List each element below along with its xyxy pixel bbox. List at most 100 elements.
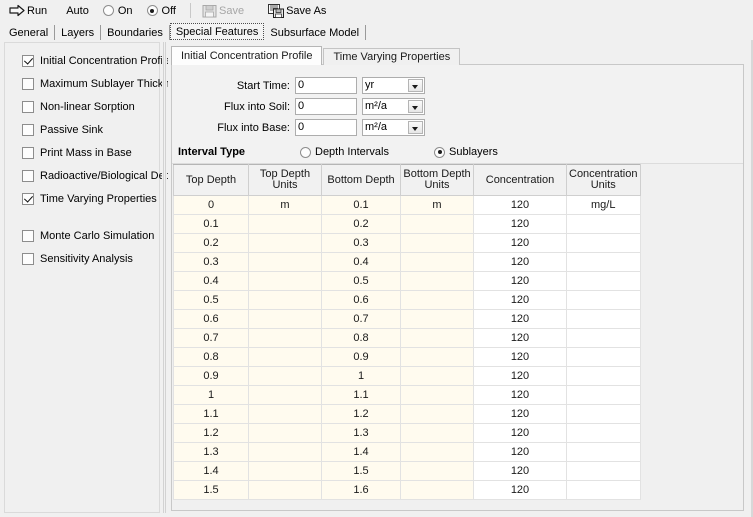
grid-cell[interactable]: 0.6 (174, 310, 249, 329)
grid-cell[interactable] (567, 234, 641, 253)
grid-row[interactable]: 1.41.5120 (174, 462, 641, 481)
save-as-button[interactable]: Save As (263, 1, 331, 20)
grid-cell[interactable]: 120 (474, 424, 567, 443)
grid-cell[interactable] (567, 481, 641, 500)
grid-cell[interactable]: 0.9 (174, 367, 249, 386)
grid-cell[interactable] (249, 291, 322, 310)
grid-cell[interactable] (401, 481, 474, 500)
flux-into-soil-input[interactable]: 0 (295, 98, 357, 115)
sidebar-item-monte-carlo-simulation[interactable]: Monte Carlo Simulation (5, 228, 159, 243)
grid-cell[interactable] (567, 424, 641, 443)
grid-row[interactable]: 11.1120 (174, 386, 641, 405)
grid-cell[interactable]: mg/L (567, 196, 641, 215)
chevron-down-icon[interactable] (408, 121, 423, 134)
grid-row[interactable]: 1.3 1.4 120 (174, 443, 641, 462)
grid-cell[interactable]: 1.5 (322, 462, 401, 481)
grid-column-header-bottom-depth-units[interactable]: Bottom Depth Units (401, 165, 474, 196)
grid-cell[interactable] (249, 405, 322, 424)
grid-cell[interactable]: 120 (474, 234, 567, 253)
grid-row[interactable]: 0.50.6120 (174, 291, 641, 310)
grid-cell[interactable] (249, 348, 322, 367)
sidebar-item-non-linear-sorption[interactable]: Non-linear Sorption (5, 99, 159, 114)
feature-tab-initial-concentration-profile[interactable]: Initial Concentration Profile (171, 46, 322, 65)
main-tab-special-features[interactable]: Special Features (170, 23, 265, 40)
grid-cell[interactable]: 1.6 (322, 481, 401, 500)
grid-cell[interactable] (567, 253, 641, 272)
checkbox-icon[interactable] (22, 55, 34, 67)
grid-row[interactable]: 0.9 1 120 (174, 367, 641, 386)
grid-row[interactable]: 0.40.5120 (174, 272, 641, 291)
checkbox-icon[interactable] (22, 193, 34, 205)
panel-splitter[interactable] (162, 42, 167, 513)
grid-cell[interactable] (401, 253, 474, 272)
grid-cell[interactable]: 0.7 (322, 310, 401, 329)
grid-cell[interactable]: 1 (322, 367, 401, 386)
sidebar-item-print-mass-in-base[interactable]: Print Mass in Base (5, 145, 159, 160)
grid-cell[interactable] (567, 291, 641, 310)
grid-cell[interactable]: 0.2 (322, 215, 401, 234)
grid-cell[interactable]: 120 (474, 196, 567, 215)
grid-cell[interactable]: 0.4 (322, 253, 401, 272)
grid-cell[interactable] (401, 462, 474, 481)
grid-cell[interactable] (249, 272, 322, 291)
grid-cell[interactable] (567, 272, 641, 291)
checkbox-icon[interactable] (22, 78, 34, 90)
depth-intervals-radio[interactable]: Depth Intervals (300, 146, 430, 158)
save-button[interactable]: Save (197, 1, 249, 20)
grid-cell[interactable] (401, 405, 474, 424)
grid-cell[interactable] (401, 367, 474, 386)
grid-row[interactable]: 0.1 0.2 120 (174, 215, 641, 234)
sidebar-item-radioactive-biological-decay[interactable]: Radioactive/Biological Decay (5, 168, 159, 183)
grid-cell[interactable]: 120 (474, 405, 567, 424)
grid-cell[interactable]: 120 (474, 443, 567, 462)
grid-cell[interactable]: 0.5 (174, 291, 249, 310)
grid-cell[interactable]: 1.5 (174, 481, 249, 500)
flux-into-base-input[interactable]: 0 (295, 119, 357, 136)
grid-cell[interactable] (567, 405, 641, 424)
grid-cell[interactable]: 120 (474, 253, 567, 272)
grid-cell[interactable]: 120 (474, 215, 567, 234)
grid-cell[interactable]: 0.6 (322, 291, 401, 310)
grid-cell[interactable]: 1.3 (174, 443, 249, 462)
grid-row[interactable]: 0.80.9120 (174, 348, 641, 367)
grid-cell[interactable]: 1.3 (322, 424, 401, 443)
grid-cell[interactable]: 120 (474, 272, 567, 291)
grid-cell[interactable]: 0.3 (174, 253, 249, 272)
concentration-profile-grid-container[interactable]: Top DepthTop Depth UnitsBottom DepthBott… (172, 164, 743, 510)
grid-row[interactable]: 0m0.1m120mg/L (174, 196, 641, 215)
sublayers-radio[interactable]: Sublayers (434, 146, 498, 158)
grid-cell[interactable] (567, 310, 641, 329)
grid-cell[interactable]: 1.1 (322, 386, 401, 405)
grid-cell[interactable]: 120 (474, 310, 567, 329)
grid-cell[interactable]: 120 (474, 386, 567, 405)
checkbox-icon[interactable] (22, 147, 34, 159)
grid-cell[interactable]: 1.4 (322, 443, 401, 462)
grid-cell[interactable] (249, 481, 322, 500)
grid-cell[interactable]: 120 (474, 329, 567, 348)
grid-cell[interactable] (567, 215, 641, 234)
auto-on-radio[interactable]: On (103, 5, 133, 17)
grid-cell[interactable]: 0.1 (322, 196, 401, 215)
grid-row[interactable]: 1.11.2120 (174, 405, 641, 424)
chevron-down-icon[interactable] (408, 79, 423, 92)
grid-cell[interactable]: 0.8 (174, 348, 249, 367)
start-time-input[interactable]: 0 (295, 77, 357, 94)
grid-cell[interactable] (249, 367, 322, 386)
grid-cell[interactable] (567, 348, 641, 367)
grid-column-header-bottom-depth[interactable]: Bottom Depth (322, 165, 401, 196)
concentration-profile-grid[interactable]: Top DepthTop Depth UnitsBottom DepthBott… (173, 164, 641, 500)
grid-row[interactable]: 0.70.8120 (174, 329, 641, 348)
grid-cell[interactable]: 0.2 (174, 234, 249, 253)
grid-cell[interactable] (249, 215, 322, 234)
grid-cell[interactable]: 120 (474, 462, 567, 481)
grid-cell[interactable] (401, 272, 474, 291)
grid-row[interactable]: 0.3 0.4 120 (174, 253, 641, 272)
chevron-down-icon[interactable] (408, 100, 423, 113)
grid-cell[interactable] (401, 348, 474, 367)
sidebar-item-maximum-sublayer-thickness[interactable]: Maximum Sublayer Thickness (5, 76, 159, 91)
grid-cell[interactable]: 0.1 (174, 215, 249, 234)
grid-cell[interactable] (249, 443, 322, 462)
checkbox-icon[interactable] (22, 101, 34, 113)
grid-cell[interactable]: 120 (474, 367, 567, 386)
grid-cell[interactable] (401, 310, 474, 329)
